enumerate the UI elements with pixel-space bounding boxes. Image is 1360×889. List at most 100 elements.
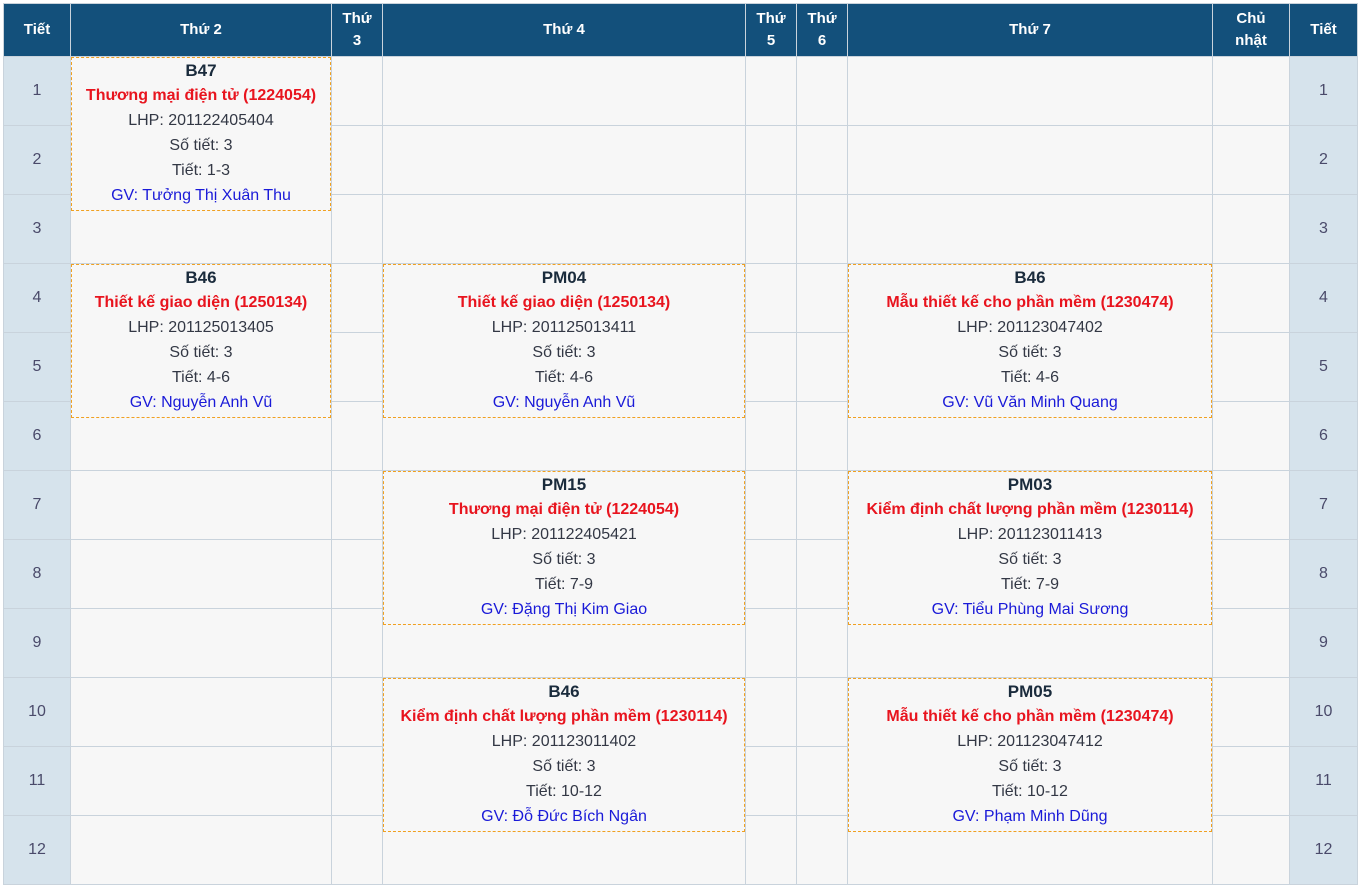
period-number: 7 xyxy=(1289,470,1358,540)
empty-cell xyxy=(796,470,848,540)
lesson-cell: B46 Mẫu thiết kế cho phần mềm (1230474) … xyxy=(847,263,1213,471)
period-number: 5 xyxy=(3,332,71,402)
lesson-cell: PM05 Mẫu thiết kế cho phần mềm (1230474)… xyxy=(847,677,1213,885)
lesson-room: B46 xyxy=(1014,268,1046,287)
empty-cell xyxy=(796,746,848,816)
empty-cell xyxy=(745,332,797,402)
empty-cell xyxy=(70,677,332,747)
empty-cell xyxy=(745,56,797,126)
lesson-lhp: LHP: 201123011402 xyxy=(491,733,637,750)
lesson-tiet: Tiết: 4-6 xyxy=(534,369,594,386)
empty-cell xyxy=(796,332,848,402)
empty-cell xyxy=(70,470,332,540)
lesson-teacher: GV: Đỗ Đức Bích Ngân xyxy=(481,808,647,825)
empty-cell xyxy=(1212,263,1290,333)
empty-cell xyxy=(1212,56,1290,126)
header-day-wed: Thứ 4 xyxy=(382,3,746,57)
lesson-lhp: LHP: 201125013411 xyxy=(491,319,637,336)
empty-cell xyxy=(1212,677,1290,747)
header-tiet-right: Tiết xyxy=(1289,3,1358,57)
empty-cell xyxy=(382,125,746,195)
lesson-cell: PM04 Thiết kế giao diện (1250134) LHP: 2… xyxy=(382,263,746,471)
lesson-so-tiet: Số tiết: 3 xyxy=(169,137,233,154)
lesson-so-tiet: Số tiết: 3 xyxy=(998,551,1062,568)
lesson-room: PM15 xyxy=(541,475,587,494)
empty-cell xyxy=(1212,815,1290,885)
lesson-teacher: GV: Tưởng Thị Xuân Thu xyxy=(111,187,291,204)
empty-cell xyxy=(331,401,383,471)
period-number: 6 xyxy=(1289,401,1358,471)
lesson-room: B46 xyxy=(185,268,217,287)
header-day-fri: Thứ 6 xyxy=(796,3,848,57)
lesson-subject: Thiết kế giao diện (1250134) xyxy=(94,294,308,311)
lesson-subject: Thiết kế giao diện (1250134) xyxy=(457,294,671,311)
lesson-teacher: GV: Vũ Văn Minh Quang xyxy=(942,394,1118,411)
lesson-teacher: GV: Nguyễn Anh Vũ xyxy=(129,394,273,411)
period-number: 1 xyxy=(3,56,71,126)
lesson-room: B47 xyxy=(185,61,217,80)
empty-cell xyxy=(70,608,332,678)
empty-cell xyxy=(331,470,383,540)
header-day-tue: Thứ 3 xyxy=(331,3,383,57)
lesson-so-tiet: Số tiết: 3 xyxy=(532,758,596,775)
period-number: 2 xyxy=(3,125,71,195)
lesson-lhp: LHP: 201123011413 xyxy=(957,526,1103,543)
lesson-card[interactable]: B46 Mẫu thiết kế cho phần mềm (1230474) … xyxy=(848,264,1212,418)
lesson-card[interactable]: PM03 Kiểm định chất lượng phần mềm (1230… xyxy=(848,471,1212,625)
lesson-tiet: Tiết: 10-12 xyxy=(526,783,602,800)
empty-cell xyxy=(796,125,848,195)
period-row: 10 B46 Kiểm định chất lượng phần mềm (12… xyxy=(3,677,1358,885)
lesson-cell: B46 Thiết kế giao diện (1250134) LHP: 20… xyxy=(70,263,332,471)
lesson-card[interactable]: B47 Thương mại điện tử (1224054) LHP: 20… xyxy=(71,57,331,211)
period-number: 2 xyxy=(1289,125,1358,195)
lesson-so-tiet: Số tiết: 3 xyxy=(998,344,1062,361)
lesson-teacher: GV: Tiểu Phùng Mai Sương xyxy=(931,601,1129,618)
empty-cell xyxy=(796,56,848,126)
empty-cell xyxy=(70,746,332,816)
empty-cell xyxy=(847,56,1213,126)
lesson-card[interactable]: B46 Kiểm định chất lượng phần mềm (12301… xyxy=(383,678,745,832)
lesson-card[interactable]: B46 Thiết kế giao diện (1250134) LHP: 20… xyxy=(71,264,331,418)
lesson-lhp: LHP: 201123047402 xyxy=(957,319,1103,336)
lesson-cell: PM15 Thương mại điện tử (1224054) LHP: 2… xyxy=(382,470,746,678)
header-row: Tiết Thứ 2 Thứ 3 Thứ 4 Thứ 5 Thứ 6 Thứ 7… xyxy=(3,3,1358,57)
empty-cell xyxy=(745,608,797,678)
lesson-room: PM04 xyxy=(541,268,587,287)
empty-cell xyxy=(1212,746,1290,816)
empty-cell xyxy=(1212,332,1290,402)
lesson-cell: B46 Kiểm định chất lượng phần mềm (12301… xyxy=(382,677,746,885)
period-number: 7 xyxy=(3,470,71,540)
lesson-teacher: GV: Nguyễn Anh Vũ xyxy=(492,394,636,411)
empty-cell xyxy=(745,677,797,747)
lesson-tiet: Tiết: 10-12 xyxy=(992,783,1068,800)
lesson-subject: Mẫu thiết kế cho phần mềm (1230474) xyxy=(886,294,1174,311)
empty-cell xyxy=(745,194,797,264)
empty-cell xyxy=(745,263,797,333)
period-number: 11 xyxy=(3,746,71,816)
empty-cell xyxy=(796,194,848,264)
lesson-card[interactable]: PM04 Thiết kế giao diện (1250134) LHP: 2… xyxy=(383,264,745,418)
empty-cell xyxy=(331,608,383,678)
lesson-lhp: LHP: 201123047412 xyxy=(957,733,1103,750)
period-row: 1 B47 Thương mại điện tử (1224054) LHP: … xyxy=(3,56,1358,264)
empty-cell xyxy=(1212,608,1290,678)
period-number: 8 xyxy=(1289,539,1358,609)
lesson-lhp: LHP: 201122405421 xyxy=(491,526,637,543)
lesson-room: PM03 xyxy=(1007,475,1053,494)
lesson-card[interactable]: PM15 Thương mại điện tử (1224054) LHP: 2… xyxy=(383,471,745,625)
lesson-so-tiet: Số tiết: 3 xyxy=(532,344,596,361)
empty-cell xyxy=(745,746,797,816)
period-row: 7 PM15 Thương mại điện tử (1224054) LHP:… xyxy=(3,470,1358,678)
empty-cell xyxy=(1212,194,1290,264)
period-number: 3 xyxy=(3,194,71,264)
empty-cell xyxy=(331,125,383,195)
lesson-tiet: Tiết: 4-6 xyxy=(171,369,231,386)
lesson-cell: PM03 Kiểm định chất lượng phần mềm (1230… xyxy=(847,470,1213,678)
lesson-card[interactable]: PM05 Mẫu thiết kế cho phần mềm (1230474)… xyxy=(848,678,1212,832)
empty-cell xyxy=(1212,401,1290,471)
period-number: 12 xyxy=(3,815,71,885)
empty-cell xyxy=(1212,539,1290,609)
empty-cell xyxy=(847,125,1213,195)
period-number: 10 xyxy=(1289,677,1358,747)
lesson-so-tiet: Số tiết: 3 xyxy=(998,758,1062,775)
